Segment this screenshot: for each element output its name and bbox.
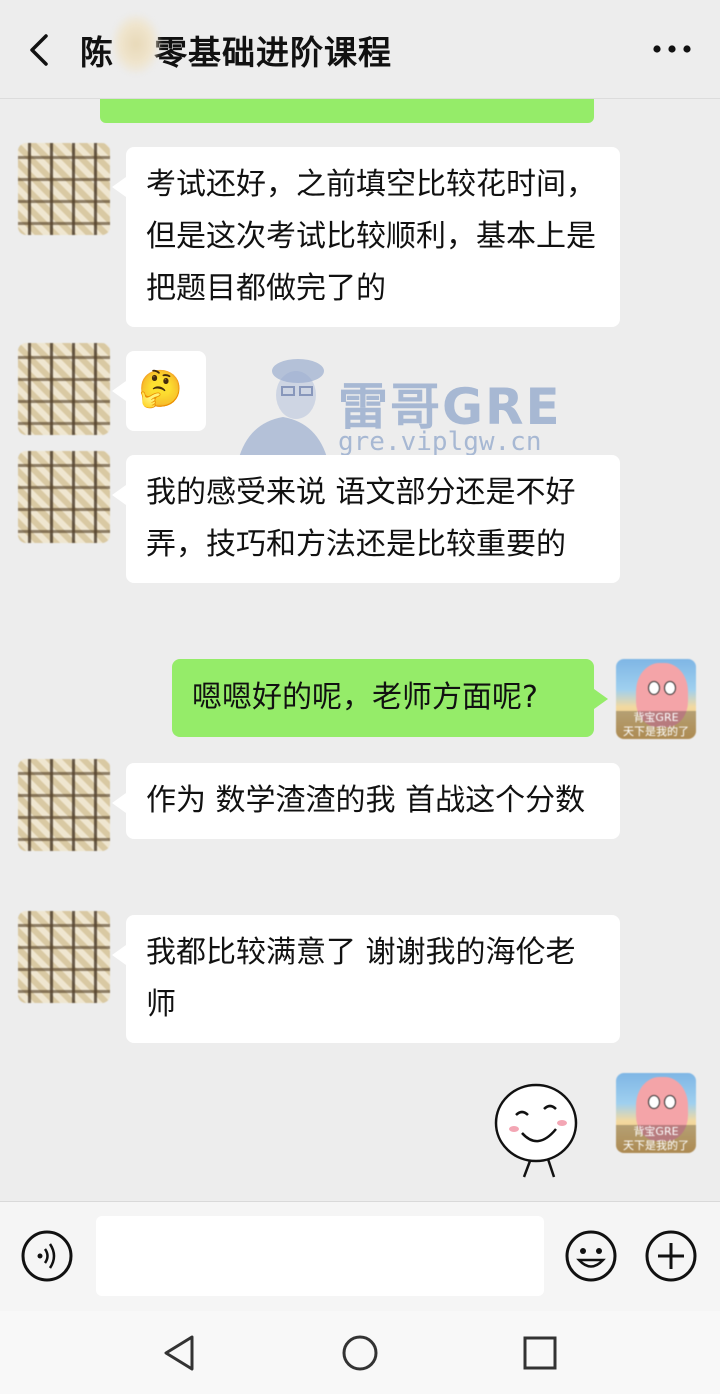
message-text: 我的感受来说 语文部分还是不好弄，技巧和方法还是比较重要的: [146, 475, 576, 562]
my-avatar[interactable]: 背宝GRE 天下是我的了: [616, 659, 696, 739]
message-bubble-outgoing[interactable]: 嗯嗯好的呢，老师方面呢?: [172, 659, 608, 737]
contact-avatar[interactable]: [18, 451, 110, 543]
system-nav-bar: [0, 1311, 720, 1394]
nav-recents-icon[interactable]: [518, 1331, 562, 1375]
thinking-face-emoji: 🤔: [138, 369, 183, 410]
add-more-icon[interactable]: [644, 1229, 698, 1283]
watermark-title: 雷哥GRE: [338, 378, 562, 436]
avatar-caption: 背宝GRE: [633, 1125, 679, 1138]
watermark-portrait-icon: [238, 359, 328, 461]
message-bubble-incoming[interactable]: 考试还好，之前填空比较花时间，但是这次考试比较顺利，基本上是把题目都做完了的: [112, 147, 620, 327]
contact-avatar[interactable]: [18, 759, 110, 851]
chat-title-start: 陈: [80, 33, 114, 72]
input-bar: [0, 1201, 720, 1312]
avatar-caption: 背宝GRE: [633, 711, 679, 724]
back-arrow-icon[interactable]: [22, 30, 58, 70]
emoji-bubble[interactable]: 🤔: [112, 351, 206, 431]
watermark-url: gre.viplgw.cn: [338, 427, 542, 457]
smiling-face-sticker[interactable]: [494, 1079, 586, 1179]
avatar-caption-2: 天下是我的了: [623, 1139, 689, 1152]
nav-back-icon[interactable]: [158, 1331, 202, 1375]
message-list[interactable]: 考试还好，之前填空比较花时间，但是这次考试比较顺利，基本上是把题目都做完了的 🤔…: [0, 99, 720, 1201]
voice-input-icon[interactable]: [20, 1229, 74, 1283]
chat-title-end: 零基础进阶课程: [154, 33, 392, 72]
message-text: 作为 数学渣渣的我 首战这个分数: [146, 783, 586, 818]
contact-avatar[interactable]: [18, 143, 110, 235]
previous-message-bubble-edge: [100, 99, 594, 123]
message-text: 考试还好，之前填空比较花时间，但是这次考试比较顺利，基本上是把题目都做完了的: [146, 167, 596, 306]
contact-avatar[interactable]: [18, 343, 110, 435]
more-options-icon[interactable]: [650, 42, 694, 56]
message-bubble-incoming[interactable]: 我都比较满意了 谢谢我的海伦老师: [112, 915, 620, 1043]
watermark: 雷哥GRE gre.viplgw.cn: [228, 343, 598, 463]
my-avatar[interactable]: 背宝GRE 天下是我的了: [616, 1073, 696, 1153]
message-bubble-incoming[interactable]: 作为 数学渣渣的我 首战这个分数: [112, 763, 620, 839]
chat-header: 陈 零基础进阶课程: [0, 0, 720, 99]
message-text: 我都比较满意了 谢谢我的海伦老师: [146, 935, 576, 1022]
nav-home-icon[interactable]: [338, 1331, 382, 1375]
emoji-icon[interactable]: [564, 1229, 618, 1283]
contact-avatar[interactable]: [18, 911, 110, 1003]
message-input[interactable]: [96, 1216, 544, 1296]
message-text: 嗯嗯好的呢，老师方面呢?: [192, 680, 538, 715]
message-bubble-incoming[interactable]: 我的感受来说 语文部分还是不好弄，技巧和方法还是比较重要的: [112, 455, 620, 583]
redacted-name-blur: [112, 14, 160, 74]
avatar-caption-2: 天下是我的了: [623, 725, 689, 738]
